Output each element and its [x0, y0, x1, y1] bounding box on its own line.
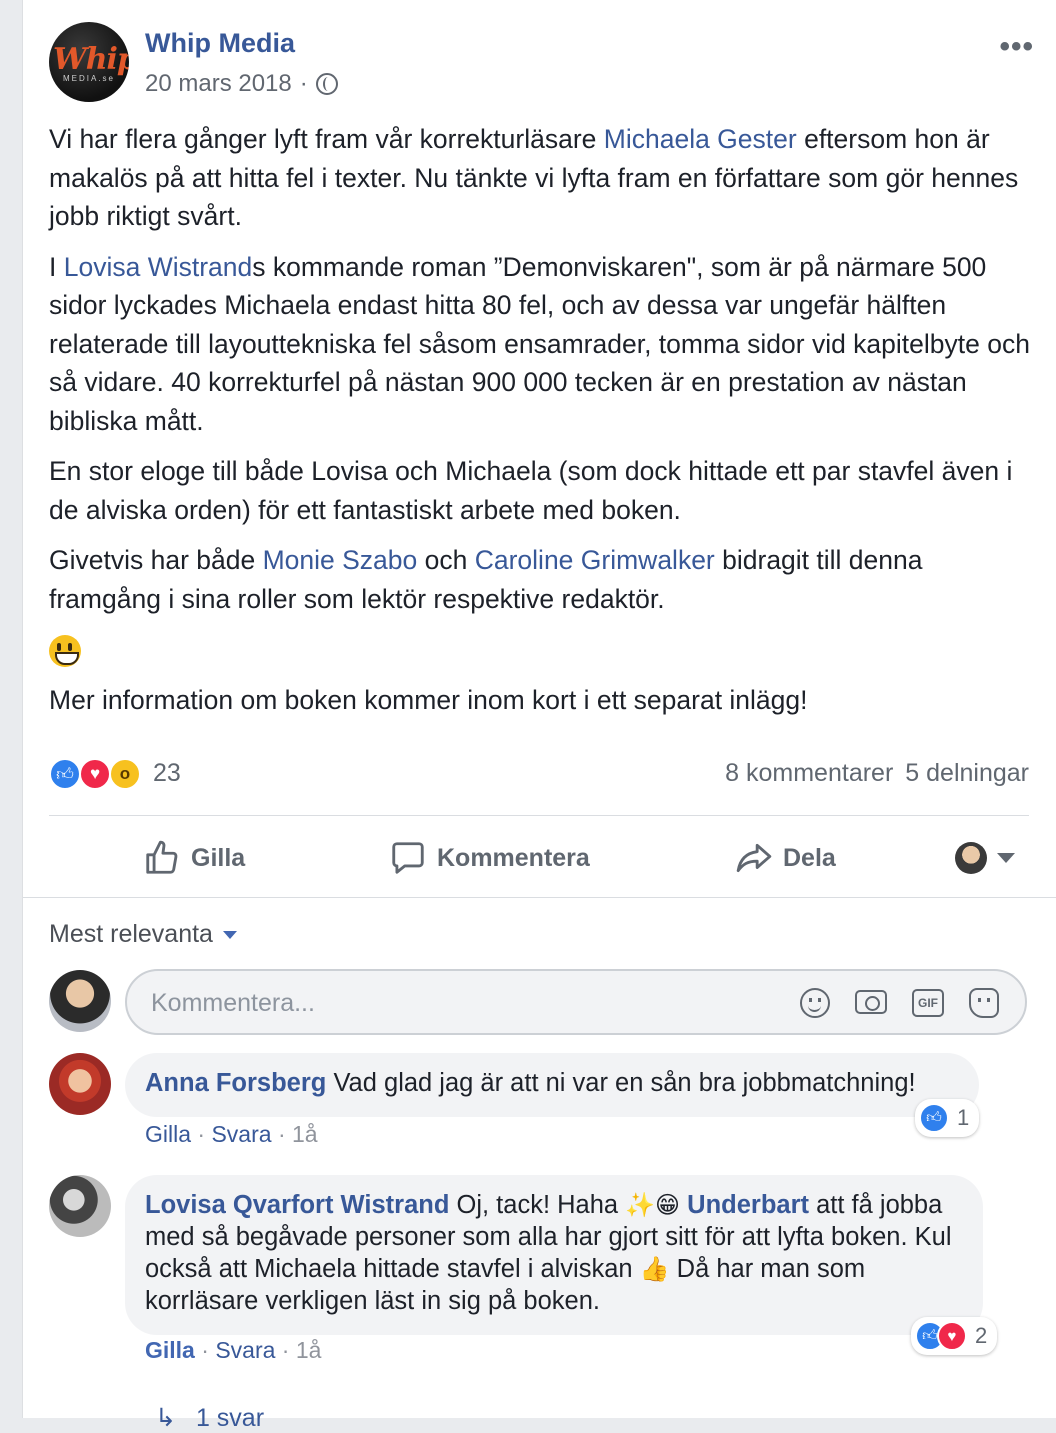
globe-icon[interactable]: [315, 73, 338, 95]
comment-bubble: Anna Forsberg Vad glad jag är att ni var…: [125, 1053, 979, 1117]
text-segment: Givetvis har både: [49, 545, 263, 575]
post-card: Whip MEDIA.se Whip Media 20 mars 2018 · …: [22, 0, 1056, 1432]
comment-composer: GIF: [125, 969, 1027, 1035]
mention-lovisa-wistrand[interactable]: Lovisa Wistrand: [64, 252, 253, 282]
like-button[interactable]: Gilla: [143, 828, 245, 888]
sort-label: Mest relevanta: [49, 920, 213, 948]
comment-sort-dropdown[interactable]: Mest relevanta: [49, 920, 237, 949]
love-reaction-icon: ♥: [79, 758, 111, 790]
meta-separator: ·: [277, 1121, 293, 1147]
comment-as-selector[interactable]: [955, 828, 1015, 888]
love-reaction-icon: ♥: [937, 1321, 967, 1351]
current-user-avatar: [49, 970, 111, 1032]
emoji-icon[interactable]: [800, 988, 830, 1018]
text-segment: och: [417, 545, 475, 575]
reply-arrow-icon: ↳: [155, 1404, 176, 1432]
post-paragraph-3: En stor eloge till både Lovisa och Micha…: [49, 456, 1013, 525]
comment-bubble-icon: [392, 842, 424, 874]
comment-like-link[interactable]: Gilla: [145, 1121, 191, 1147]
post-actions: Gilla Kommentera Dela: [49, 828, 1029, 888]
mention-underbart[interactable]: Underbart: [687, 1191, 809, 1219]
mention-caroline-grimwalker[interactable]: Caroline Grimwalker: [475, 545, 715, 575]
text-segment: I: [49, 251, 64, 282]
thumbs-up-emoji-icon: 👍: [639, 1256, 670, 1284]
text-segment: Vi har flera gånger lyft fram vår korrek…: [49, 124, 604, 154]
comment-author[interactable]: Anna Forsberg: [145, 1069, 326, 1097]
divider: [49, 815, 1029, 816]
comment-button[interactable]: Kommentera: [389, 828, 590, 888]
comment-input[interactable]: [151, 985, 751, 1021]
camera-icon[interactable]: [855, 990, 887, 1014]
meta-separator: ·: [201, 1337, 216, 1363]
post-paragraph-5: [49, 630, 1039, 669]
reaction-count[interactable]: 23: [153, 759, 181, 788]
commenter-avatar[interactable]: [49, 1053, 111, 1115]
comment-reply-link[interactable]: Svara: [215, 1337, 275, 1363]
comment-bubble: Lovisa Qvarfort Wistrand Oj, tack! Haha …: [125, 1175, 983, 1335]
comment-like-link[interactable]: Gilla: [145, 1337, 195, 1363]
mention-monie-szabo[interactable]: Monie Szabo: [263, 545, 418, 575]
comment-reaction-count: 1: [957, 1105, 970, 1130]
page-avatar[interactable]: Whip MEDIA.se: [49, 22, 129, 102]
comment-meta: Gilla · Svara · 1å: [145, 1121, 318, 1148]
reactions-summary: 👍︎ ♥ o 23 8 kommentarer 5 delningar: [49, 755, 1029, 795]
gif-icon[interactable]: GIF: [912, 989, 944, 1017]
comment-item: Lovisa Qvarfort Wistrand Oj, tack! Haha …: [49, 1175, 1029, 1395]
page-logo: Whip: [53, 42, 129, 77]
reaction-icons: 👍︎ ♥: [915, 1321, 967, 1351]
replies-label: 1 svar: [195, 1403, 265, 1432]
share-label: Dela: [783, 843, 836, 872]
comment-reactions[interactable]: 👍︎ 1: [915, 1099, 980, 1137]
caret-down-icon: [222, 930, 237, 939]
meta-separator: ·: [281, 1337, 296, 1363]
thumbs-up-icon: [146, 840, 178, 874]
comment-author[interactable]: Lovisa Qvarfort Wistrand: [145, 1191, 449, 1219]
comment-meta: Gilla · Svara · 1å: [145, 1337, 321, 1364]
comment-label: Kommentera: [437, 843, 590, 872]
comment-item: Anna Forsberg Vad glad jag är att ni var…: [49, 1053, 1029, 1163]
wow-reaction-icon: o: [109, 758, 141, 790]
meta-separator: ·: [299, 70, 308, 97]
post-text: Vi har flera gånger lyft fram vår korrek…: [49, 120, 1039, 731]
like-reaction-icon: 👍︎: [49, 758, 81, 790]
comment-text: Vad glad jag är att ni var en sån bra jo…: [326, 1069, 916, 1097]
comment-reaction-count: 2: [975, 1323, 988, 1348]
post-meta: 20 mars 2018 ·: [145, 70, 338, 98]
like-reaction-icon: 👍︎: [919, 1103, 949, 1133]
commenter-avatar[interactable]: [49, 1175, 111, 1237]
more-options-button[interactable]: •••: [999, 30, 1034, 64]
meta-separator: ·: [197, 1121, 212, 1147]
comment-reply-link[interactable]: Svara: [211, 1121, 271, 1147]
post-paragraph-1: Vi har flera gånger lyft fram vår korrek…: [49, 120, 1039, 236]
chevron-down-icon: [997, 853, 1015, 863]
comments-count-link[interactable]: 8 kommentarer: [725, 759, 893, 787]
view-replies-link[interactable]: ↳ 1 svar: [155, 1403, 264, 1433]
reaction-icons[interactable]: 👍︎ ♥ o: [49, 758, 141, 790]
comment-time[interactable]: 1å: [292, 1121, 318, 1147]
mention-michaela-gester[interactable]: Michaela Gester: [604, 124, 797, 154]
user-avatar: [955, 842, 987, 874]
post-paragraph-6: Mer information om boken kommer inom kor…: [49, 684, 808, 715]
sparkles-grin-emoji-icon: ✨😁: [625, 1192, 681, 1220]
page-name-link[interactable]: Whip Media: [145, 28, 295, 59]
comment-text: Oj, tack! Haha: [449, 1191, 626, 1219]
grinning-emoji-icon: [49, 635, 81, 667]
post-date[interactable]: 20 mars 2018: [145, 70, 292, 98]
share-arrow-icon: [736, 843, 772, 873]
comment-time[interactable]: 1å: [296, 1337, 322, 1363]
sticker-icon[interactable]: [969, 988, 999, 1018]
post-paragraph-4: Givetvis har både Monie Szabo och Caroli…: [49, 541, 1039, 618]
comments-section: Mest relevanta GIF Anna Forsberg Vad gla…: [23, 897, 1056, 1432]
like-label: Gilla: [191, 843, 246, 872]
comment-reactions[interactable]: 👍︎ ♥ 2: [911, 1317, 998, 1355]
page-logo-subtext: MEDIA.se: [62, 74, 115, 83]
post-stats: 8 kommentarer 5 delningar: [713, 759, 1029, 788]
share-button[interactable]: Dela: [735, 828, 836, 888]
shares-count-link[interactable]: 5 delningar: [905, 759, 1029, 787]
post-paragraph-2: I Lovisa Wistrands kommande roman ”Demon…: [49, 248, 1039, 441]
